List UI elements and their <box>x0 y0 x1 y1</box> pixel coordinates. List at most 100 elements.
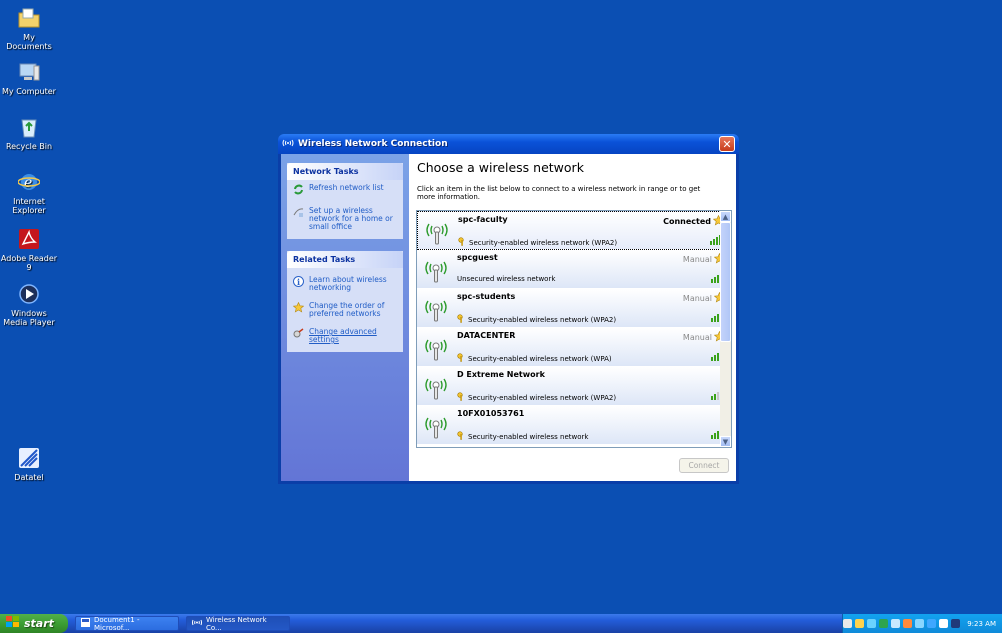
setup-wireless-network-link[interactable]: Set up a wireless network for a home or … <box>287 199 403 239</box>
tray-phone-icon[interactable] <box>927 619 937 628</box>
task-label: Change the order of preferred networks <box>309 301 385 318</box>
network-list-scrollbar[interactable]: ▲ ▼ <box>720 211 731 447</box>
desktop-icon-media-player[interactable]: Windows Media Player <box>0 282 58 327</box>
wireless-antenna-icon <box>423 412 449 442</box>
instructions-text: Click an item in the list below to conne… <box>417 185 701 201</box>
signal-bar <box>711 279 713 283</box>
close-button[interactable]: ✕ <box>719 136 735 152</box>
tray-audio-icon[interactable] <box>903 619 913 628</box>
signal-bar <box>711 318 713 322</box>
task-pane: Network Tasks Refresh network list Set u… <box>281 154 409 481</box>
windows-logo-icon <box>6 616 20 631</box>
tray-wireless-icon[interactable] <box>939 619 949 628</box>
taskbar-button-document1[interactable]: Document1 - Microsof... <box>75 615 179 632</box>
network-list-item[interactable]: DATACENTER Security-enabled wireless netw… <box>417 328 731 367</box>
desktop-icon-my-computer[interactable]: My Computer <box>0 60 58 96</box>
task-label: Learn about wireless networking <box>309 275 387 292</box>
change-order-link[interactable]: Change the order of preferred networks <box>287 294 403 320</box>
signal-bar <box>717 314 719 322</box>
network-security: Security-enabled wireless network (WPA2) <box>457 392 616 403</box>
desktop-icon-label: Internet Explorer <box>12 197 46 215</box>
signal-bar <box>716 237 718 245</box>
signal-bar <box>710 241 712 245</box>
change-advanced-settings-link[interactable]: Change advanced settings <box>287 320 403 352</box>
tray-display-icon[interactable] <box>951 619 961 628</box>
network-list-item[interactable]: 10FX01053761 Security-enabled wireless ne… <box>417 406 731 445</box>
network-status-label: Manual <box>682 333 712 342</box>
lock-key-icon <box>457 431 465 442</box>
signal-bar <box>711 357 713 361</box>
related-tasks-heading: Related Tasks <box>287 251 403 268</box>
network-status-label: Connected <box>663 217 711 226</box>
wireless-antenna-icon <box>423 334 449 364</box>
connect-button[interactable]: Connect <box>679 458 729 473</box>
network-list[interactable]: spc-faculty Security-enabled wireless net… <box>416 210 732 448</box>
desktop-icon-label: Adobe Reader 9 <box>0 254 58 272</box>
desktop-icon-adobe-reader[interactable]: Adobe Reader 9 <box>0 227 58 272</box>
signal-bar <box>713 239 715 245</box>
recycle-bin-icon <box>17 115 41 139</box>
network-list-item[interactable]: spcguest Unsecured wireless network Manual <box>417 250 731 289</box>
setup-network-icon <box>293 207 305 231</box>
network-list-item[interactable]: spc-students Security-enabled wireless ne… <box>417 289 731 328</box>
my-documents-icon <box>17 6 41 30</box>
network-ssid: 10FX01053761 <box>457 409 525 418</box>
network-status: Connected <box>663 214 725 228</box>
scroll-up-button[interactable]: ▲ <box>720 211 731 222</box>
network-tasks-heading: Network Tasks <box>287 163 403 180</box>
clock: 9:23 AM <box>967 619 996 628</box>
start-button[interactable]: start <box>0 614 68 633</box>
desktop-icon-internet-explorer[interactable]: e Internet Explorer <box>0 170 58 215</box>
lock-key-icon <box>457 353 465 364</box>
desktop-icon-datatel[interactable]: Datatel <box>0 446 58 482</box>
network-status: Manual <box>682 330 726 344</box>
network-status-label: Manual <box>682 294 712 303</box>
desktop-icon-label: Datatel <box>14 473 44 482</box>
desktop-icon-recycle-bin[interactable]: Recycle Bin <box>0 115 58 151</box>
network-list-item[interactable]: spc-faculty Security-enabled wireless net… <box>417 211 731 250</box>
network-security: Security-enabled wireless network (WPA) <box>457 353 612 364</box>
taskbar-button-label: Wireless Network Co... <box>206 615 267 632</box>
tray-chat-icon[interactable] <box>915 619 925 628</box>
signal-bar <box>717 353 719 361</box>
lock-key-icon <box>458 237 466 248</box>
window-titlebar[interactable]: Wireless Network Connection ✕ <box>278 134 739 154</box>
tray-network-icon[interactable] <box>855 619 865 628</box>
settings-icon <box>293 328 305 344</box>
refresh-network-list-link[interactable]: Refresh network list <box>287 180 403 199</box>
taskbar-button-label: Document1 - Microsof... <box>94 615 140 632</box>
info-icon: i <box>293 276 305 292</box>
learn-wireless-link[interactable]: i Learn about wireless networking <box>287 268 403 294</box>
network-security-label: Security-enabled wireless network (WPA2) <box>469 238 618 247</box>
scroll-thumb[interactable] <box>720 222 731 342</box>
tray-security-icon[interactable] <box>891 619 901 628</box>
network-ssid: spcguest <box>457 253 498 262</box>
tray-help-icon[interactable] <box>843 619 853 628</box>
datatel-icon <box>17 446 41 470</box>
system-tray: 9:23 AM <box>842 614 1002 633</box>
signal-bar <box>714 277 716 283</box>
network-security-label: Unsecured wireless network <box>457 275 556 283</box>
desktop-icon-my-documents[interactable]: My Documents <box>0 6 58 51</box>
network-list-item[interactable]: D Extreme Network Security-enabled wirele… <box>417 367 731 406</box>
task-label: Change advanced settings <box>309 327 377 344</box>
wireless-antenna-icon <box>423 295 449 325</box>
tray-sync-icon[interactable] <box>867 619 877 628</box>
taskbar-button-wireless[interactable]: Wireless Network Co... <box>186 615 290 632</box>
signal-bar <box>714 394 716 400</box>
network-security-label: Security-enabled wireless network (WPA2) <box>468 393 617 402</box>
network-ssid: DATACENTER <box>457 331 516 340</box>
desktop-icon-label: My Documents <box>6 33 52 51</box>
signal-bar <box>714 355 716 361</box>
task-label: Refresh network list <box>309 183 384 192</box>
lock-key-icon <box>457 314 465 325</box>
scroll-down-button[interactable]: ▼ <box>720 436 731 447</box>
media-player-icon <box>17 282 41 306</box>
wireless-antenna-icon <box>423 256 449 286</box>
network-security: Unsecured wireless network <box>457 275 555 283</box>
start-label: start <box>24 617 54 630</box>
svg-text:i: i <box>297 277 300 287</box>
tray-monitor-icon[interactable] <box>879 619 889 628</box>
network-security-label: Security-enabled wireless network <box>468 432 589 441</box>
signal-bar <box>714 316 716 322</box>
